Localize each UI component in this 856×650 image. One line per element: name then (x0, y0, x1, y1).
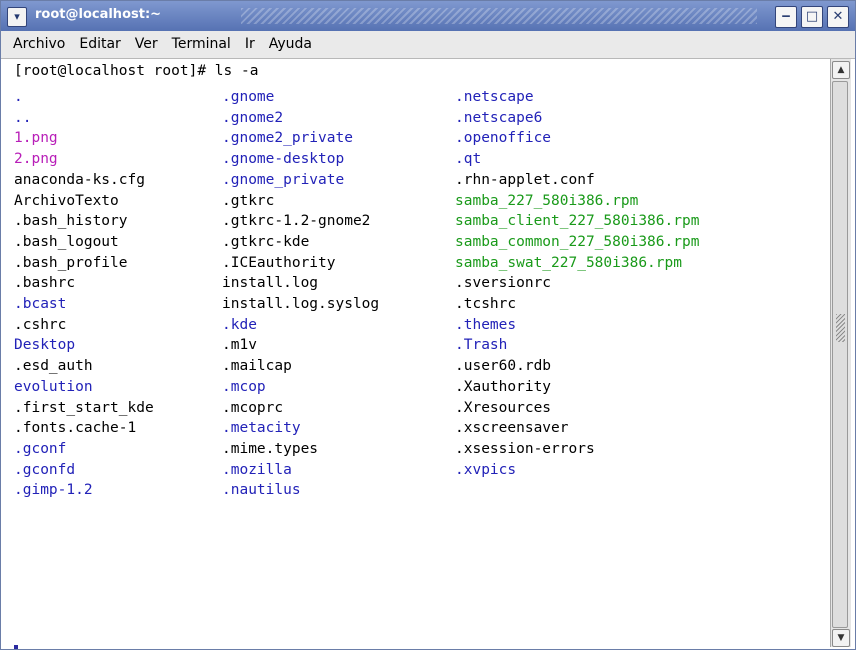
window-title: root@localhost:~ (35, 7, 162, 22)
text-cursor (14, 645, 18, 649)
file-entry: .first_start_kde (14, 399, 154, 416)
file-entry: .metacity (222, 420, 301, 437)
file-entry: .fonts.cache-1 (14, 420, 137, 437)
file-entry: .mailcap (222, 358, 292, 375)
terminal-window: ▾ root@localhost:~ ‒ □ ✕ Archivo Editar … (0, 0, 856, 650)
file-entry: .xvpics (455, 461, 517, 478)
file-entry: .mozilla (222, 461, 292, 478)
file-entry: .bash_history (14, 213, 128, 230)
file-entry: 1.png (14, 130, 58, 147)
file-entry: .m1v (222, 337, 257, 354)
file-entry: .bcast (14, 296, 67, 312)
file-entry: samba_client_227_580i386.rpm (455, 213, 700, 230)
file-entry: .Xresources (455, 399, 552, 416)
file-entry: install.log.syslog (222, 296, 380, 312)
file-entry: anaconda-ks.cfg (14, 171, 145, 188)
file-entry: Desktop (14, 337, 76, 354)
file-entry: .mcop (222, 378, 266, 395)
menu-ver[interactable]: Ver (135, 31, 158, 58)
file-entry: .user60.rdb (455, 358, 552, 375)
file-entry: .cshrc (14, 316, 67, 333)
file-entry: .gtkrc (222, 192, 275, 209)
file-entry: .gimp-1.2 (14, 482, 93, 499)
arrow-up-icon: ▲ (837, 65, 845, 75)
file-entry: .gnome_private (222, 171, 345, 188)
scroll-up-button[interactable]: ▲ (832, 61, 850, 79)
file-entry: .gconfd (14, 461, 76, 478)
scrollbar-thumb[interactable] (832, 81, 848, 628)
menu-ir[interactable]: Ir (245, 31, 255, 58)
vertical-scrollbar[interactable]: ▲ ▼ (830, 59, 851, 647)
file-entry: .mime.types (222, 440, 319, 457)
minimize-button[interactable]: ‒ (775, 6, 797, 28)
minimize-icon: ‒ (781, 9, 791, 24)
file-entry: .. (14, 109, 32, 126)
window-menu-button[interactable]: ▾ (7, 7, 27, 27)
terminal-output[interactable]: [root@localhost root]# ls -a ... 1.png 2.p… (8, 59, 830, 649)
menu-editar[interactable]: Editar (79, 31, 120, 58)
maximize-icon: □ (805, 9, 819, 24)
file-entry: .Xauthority (455, 378, 552, 395)
file-entry: .esd_auth (14, 358, 93, 375)
menu-archivo[interactable]: Archivo (13, 31, 65, 58)
file-entry: .ICEauthority (222, 254, 336, 271)
file-entry: samba_227_580i386.rpm (455, 192, 639, 209)
file-entry: .gnome (222, 89, 275, 105)
file-entry: .gconf (14, 440, 67, 457)
maximize-button[interactable]: □ (801, 6, 823, 28)
file-entry: .gtkrc-kde (222, 233, 310, 250)
command-prompt: [root@localhost root]# ls -a (14, 63, 259, 79)
file-entry: .rhn-applet.conf (455, 171, 595, 188)
file-entry: .gnome2_private (222, 130, 353, 147)
file-entry: .openoffice (455, 130, 552, 147)
file-entry: . (14, 89, 23, 105)
file-entry: .tcshrc (455, 296, 517, 312)
close-icon: ✕ (832, 9, 844, 24)
menu-bar: Archivo Editar Ver Terminal Ir Ayuda (1, 31, 855, 59)
grip-icon (836, 314, 845, 342)
file-entry: .sversionrc (455, 275, 552, 292)
file-entry: .qt (455, 151, 482, 168)
file-entry: .kde (222, 316, 257, 333)
file-entry: .gtkrc-1.2-gnome2 (222, 213, 371, 230)
file-entry: .gnome-desktop (222, 151, 345, 168)
file-entry: samba_common_227_580i386.rpm (455, 233, 700, 250)
file-entry: .bash_profile (14, 254, 128, 271)
file-entry: .bash_logout (14, 233, 119, 250)
title-bar[interactable]: ▾ root@localhost:~ ‒ □ ✕ (1, 1, 855, 31)
file-entry: .bashrc (14, 275, 76, 292)
file-entry: .themes (455, 316, 517, 333)
scroll-down-button[interactable]: ▼ (832, 629, 850, 647)
file-entry: install.log (222, 275, 319, 292)
file-entry: .gnome2 (222, 109, 284, 126)
file-entry: samba_swat_227_580i386.rpm (455, 254, 682, 271)
menu-terminal[interactable]: Terminal (172, 31, 231, 58)
file-entry: .Trash (455, 337, 508, 354)
file-entry: .mcoprc (222, 399, 284, 416)
file-entry: 2.png (14, 151, 58, 168)
menu-ayuda[interactable]: Ayuda (269, 31, 312, 58)
file-entry: evolution (14, 378, 93, 395)
file-entry: .netscape (455, 89, 534, 105)
close-button[interactable]: ✕ (827, 6, 849, 28)
file-entry: ArchivoTexto (14, 192, 119, 209)
file-entry: .netscape6 (455, 109, 543, 126)
file-entry: .xscreensaver (455, 420, 569, 437)
arrow-down-icon: ▼ (837, 633, 845, 643)
chevron-down-icon: ▾ (14, 10, 20, 23)
file-entry: .xsession-errors (455, 440, 595, 457)
file-entry: .nautilus (222, 482, 301, 499)
